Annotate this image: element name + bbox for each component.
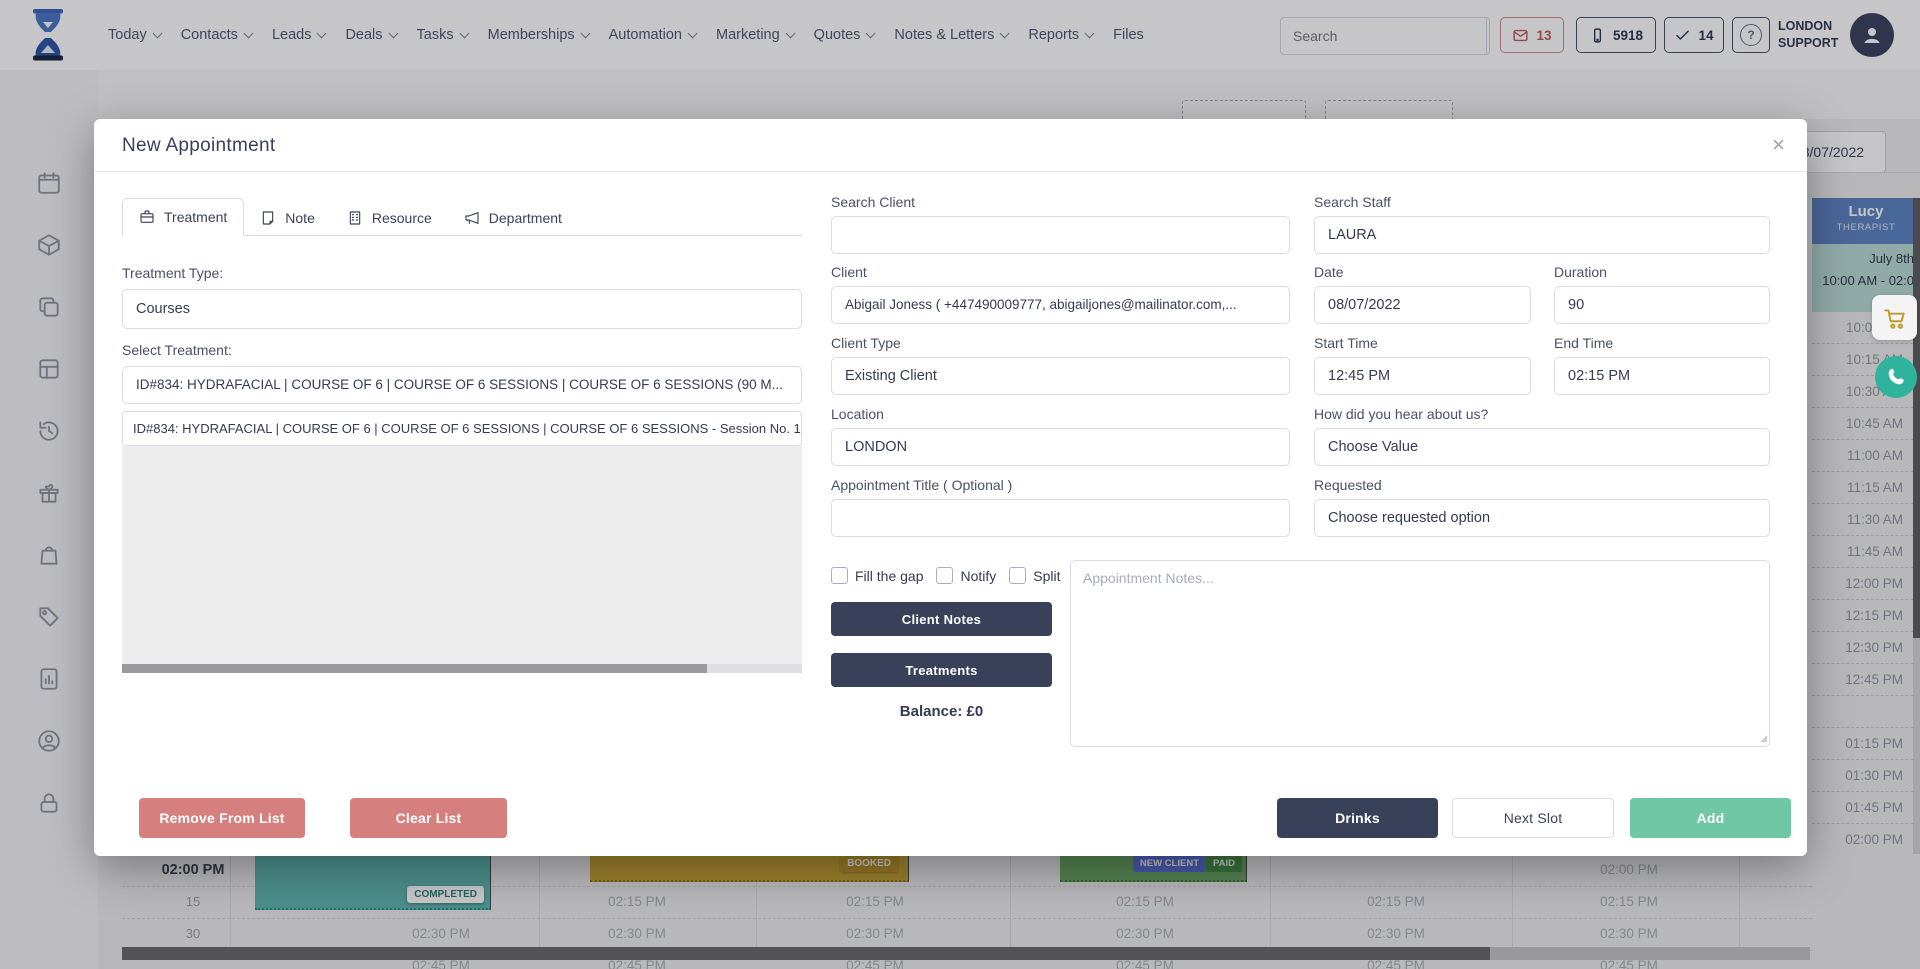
- add-button[interactable]: Add: [1630, 798, 1791, 838]
- fill-the-gap-checkbox[interactable]: Fill the gap: [831, 567, 923, 584]
- new-appointment-modal: New Appointment × Treatment Note Resourc…: [94, 119, 1807, 856]
- tab-label: Treatment: [164, 209, 227, 225]
- hear-about-field: How did you hear about us? Choose Value: [1314, 404, 1770, 466]
- hear-about-label: How did you hear about us?: [1314, 404, 1770, 424]
- list-scrollbar[interactable]: [122, 664, 802, 673]
- note-icon: [260, 210, 276, 226]
- client-field: Client Abigail Joness ( +447490009777, a…: [831, 262, 1290, 324]
- date-field: Date 08/07/2022: [1314, 262, 1531, 324]
- location-select[interactable]: LONDON: [831, 428, 1290, 466]
- checkbox-icon[interactable]: [1009, 567, 1026, 584]
- client-type-select[interactable]: Existing Client: [831, 357, 1290, 395]
- search-staff-label: Search Staff: [1314, 192, 1770, 212]
- search-staff-input[interactable]: LAURA: [1314, 216, 1770, 254]
- checkbox-icon[interactable]: [936, 567, 953, 584]
- requested-field: Requested Choose requested option: [1314, 475, 1770, 537]
- appointment-title-label: Appointment Title ( Optional ): [831, 475, 1290, 495]
- select-treatment-label: Select Treatment:: [122, 340, 232, 360]
- tab-label: Department: [489, 210, 562, 226]
- shopping-cart-icon: [1882, 305, 1908, 331]
- date-input[interactable]: 08/07/2022: [1314, 286, 1531, 324]
- client-input[interactable]: Abigail Joness ( +447490009777, abigailj…: [831, 286, 1290, 324]
- search-client-input[interactable]: [831, 216, 1290, 254]
- tab-treatment[interactable]: Treatment: [122, 198, 244, 236]
- treatment-type-label: Treatment Type:: [122, 263, 223, 283]
- briefcase-icon: [139, 209, 155, 225]
- megaphone-icon: [464, 210, 480, 226]
- drinks-button[interactable]: Drinks: [1277, 798, 1438, 838]
- call-fab[interactable]: [1875, 356, 1917, 398]
- checkbox-label: Fill the gap: [855, 568, 923, 584]
- duration-field: Duration 90: [1554, 262, 1770, 324]
- tab-note[interactable]: Note: [244, 200, 331, 236]
- duration-input[interactable]: 90: [1554, 286, 1770, 324]
- building-icon: [347, 210, 363, 226]
- start-time-field: Start Time 12:45 PM: [1314, 333, 1531, 395]
- client-type-label: Client Type: [831, 333, 1290, 353]
- treatment-select[interactable]: ID#834: HYDRAFACIAL | COURSE OF 6 | COUR…: [122, 366, 802, 404]
- appointment-title-field: Appointment Title ( Optional ): [831, 475, 1290, 537]
- modal-header: New Appointment ×: [94, 119, 1807, 172]
- notify-checkbox[interactable]: Notify: [936, 567, 996, 584]
- treatment-list-item[interactable]: ID#834: HYDRAFACIAL | COURSE OF 6 | COUR…: [122, 411, 802, 446]
- appointment-notes-textarea[interactable]: [1070, 560, 1770, 747]
- hear-about-select[interactable]: Choose Value: [1314, 428, 1770, 466]
- client-type-field: Client Type Existing Client: [831, 333, 1290, 395]
- duration-label: Duration: [1554, 262, 1770, 282]
- modal-title: New Appointment: [122, 119, 275, 172]
- remove-from-list-button[interactable]: Remove From List: [139, 798, 305, 838]
- split-checkbox[interactable]: Split: [1009, 567, 1060, 584]
- cart-fab[interactable]: [1872, 295, 1917, 340]
- checkbox-icon[interactable]: [831, 567, 848, 584]
- requested-label: Requested: [1314, 475, 1770, 495]
- client-notes-button[interactable]: Client Notes: [831, 602, 1052, 636]
- search-client-field: Search Client: [831, 192, 1290, 254]
- modal-tabs: Treatment Note Resource Department: [122, 199, 802, 236]
- start-time-label: Start Time: [1314, 333, 1531, 353]
- appointment-title-input[interactable]: [831, 499, 1290, 537]
- search-staff-field: Search Staff LAURA: [1314, 192, 1770, 254]
- start-time-input[interactable]: 12:45 PM: [1314, 357, 1531, 395]
- end-time-input[interactable]: 02:15 PM: [1554, 357, 1770, 395]
- treatments-button[interactable]: Treatments: [831, 653, 1052, 687]
- location-label: Location: [831, 404, 1290, 424]
- checkbox-label: Notify: [960, 568, 996, 584]
- appointment-notes-wrap: ◢: [1070, 560, 1770, 747]
- next-slot-button[interactable]: Next Slot: [1452, 798, 1614, 838]
- clear-list-button[interactable]: Clear List: [350, 798, 507, 838]
- tab-department[interactable]: Department: [448, 200, 578, 236]
- location-field: Location LONDON: [831, 404, 1290, 466]
- checkbox-label: Split: [1033, 568, 1060, 584]
- treatment-list-area: [122, 446, 802, 664]
- app-canvas: TodayContactsLeadsDealsTasksMembershipsA…: [0, 0, 1920, 969]
- balance-text: Balance: £0: [831, 703, 1052, 720]
- tab-label: Resource: [372, 210, 432, 226]
- client-label: Client: [831, 262, 1290, 282]
- close-icon[interactable]: ×: [1772, 131, 1785, 159]
- options-row: Fill the gap Notify Split: [831, 567, 1061, 584]
- end-time-label: End Time: [1554, 333, 1770, 353]
- search-client-label: Search Client: [831, 192, 1290, 212]
- end-time-field: End Time 02:15 PM: [1554, 333, 1770, 395]
- treatment-type-select[interactable]: Courses: [122, 289, 802, 329]
- tab-resource[interactable]: Resource: [331, 200, 448, 236]
- tab-label: Note: [285, 210, 315, 226]
- date-label: Date: [1314, 262, 1531, 282]
- list-scrollbar-thumb[interactable]: [122, 664, 707, 673]
- requested-select[interactable]: Choose requested option: [1314, 499, 1770, 537]
- phone-call-icon: [1885, 366, 1907, 388]
